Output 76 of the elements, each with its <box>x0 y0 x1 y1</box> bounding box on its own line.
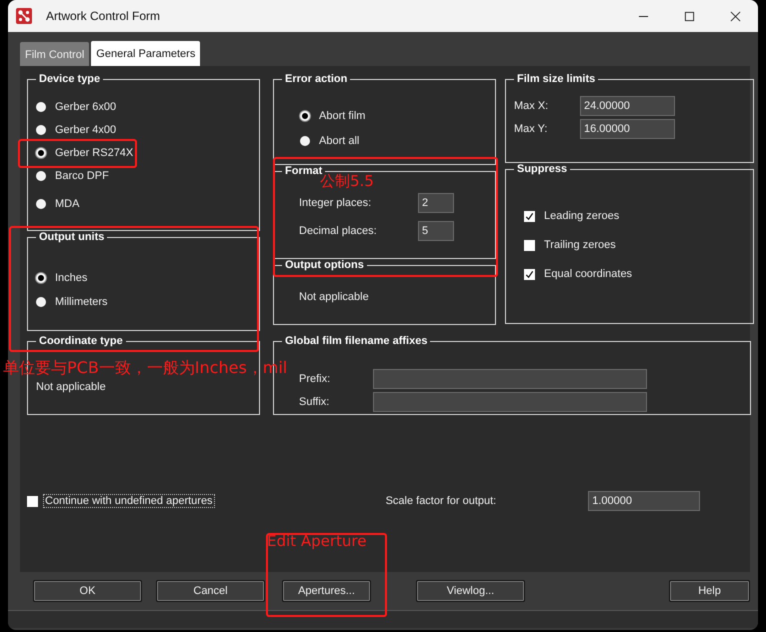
group-title: Output units <box>38 231 106 243</box>
group-title: Global film filename affixes <box>284 335 428 347</box>
dialog-button[interactable]: Cancel <box>156 580 265 602</box>
field-label: Max X: <box>514 100 550 112</box>
field-label: Suffix: <box>299 396 330 408</box>
radio-option[interactable]: Gerber 4x00 <box>36 122 251 138</box>
radio-button[interactable] <box>36 102 46 112</box>
radio-label: Millimeters <box>55 296 108 308</box>
radio-label: MDA <box>55 198 80 210</box>
number-field[interactable]: 5 <box>418 221 454 241</box>
radio-label: Abort film <box>319 110 366 122</box>
field-label: Decimal places: <box>299 225 378 237</box>
radio-option[interactable]: Gerber RS274X <box>36 145 251 161</box>
group-title: Output options <box>284 259 365 271</box>
field-label: Max Y: <box>514 123 548 135</box>
app-icon <box>16 8 32 24</box>
radio-option[interactable]: Inches <box>36 270 251 286</box>
field-label: Integer places: <box>299 197 372 209</box>
radio-label: Gerber 4x00 <box>55 124 116 136</box>
checkbox-label: Leading zeroes <box>544 210 620 222</box>
number-field[interactable]: 16.00000 <box>580 119 675 139</box>
status-text: Not applicable <box>36 381 107 393</box>
checkbox-option[interactable]: Equal coordinates <box>524 266 745 282</box>
dialog-button[interactable]: Apertures... <box>282 580 371 602</box>
checkbox-option[interactable]: Trailing zeroes <box>524 237 745 253</box>
group-title: Format <box>284 165 322 177</box>
group-title: Suppress <box>516 163 568 175</box>
checkbox-label: Continue with undefined apertures <box>44 495 214 507</box>
close-icon[interactable] <box>730 10 741 22</box>
radio-option[interactable]: MDA <box>36 196 251 212</box>
group-title: Error action <box>284 73 348 85</box>
radio-button[interactable] <box>36 199 46 209</box>
dialog-button[interactable]: Viewlog... <box>416 580 525 602</box>
number-field[interactable]: 1.00000 <box>588 491 700 511</box>
radio-label: Gerber 6x00 <box>55 101 116 113</box>
radio-button[interactable] <box>300 136 310 146</box>
group-title: Device type <box>38 73 102 85</box>
radio-button[interactable] <box>36 171 46 181</box>
checkbox[interactable] <box>524 268 535 280</box>
radio-button[interactable] <box>36 148 46 158</box>
dialog-button[interactable]: OK <box>33 580 142 602</box>
text-field[interactable] <box>373 392 647 412</box>
radio-option[interactable]: Millimeters <box>36 294 251 310</box>
checkbox-option[interactable]: Leading zeroes <box>524 208 745 224</box>
checkbox[interactable] <box>524 240 535 250</box>
radio-button[interactable] <box>300 111 310 121</box>
group-title: Film size limits <box>516 73 596 85</box>
radio-button[interactable] <box>36 297 46 307</box>
field-label: Scale factor for output: <box>386 495 496 507</box>
text-field[interactable] <box>373 369 647 389</box>
checkbox-label: Trailing zeroes <box>544 239 616 251</box>
radio-label: Barco DPF <box>55 170 109 182</box>
radio-label: Gerber RS274X <box>55 147 134 159</box>
dialog-button[interactable]: Help <box>669 580 750 602</box>
checkbox[interactable] <box>27 496 38 506</box>
field-label: Prefix: <box>299 373 332 385</box>
maximize-icon[interactable] <box>684 10 695 22</box>
radio-label: Abort all <box>319 135 360 147</box>
group-title: Coordinate type <box>38 335 124 347</box>
status-text: Not applicable <box>299 291 370 303</box>
checkbox-option[interactable]: Continue with undefined apertures <box>27 493 214 509</box>
annotation-text: Edit Aperture <box>267 532 366 550</box>
radio-label: Inches <box>55 272 88 284</box>
radio-option[interactable]: Abort film <box>300 108 487 124</box>
tab[interactable]: Film Control <box>20 42 90 67</box>
radio-button[interactable] <box>36 273 46 283</box>
number-field[interactable]: 2 <box>418 193 454 213</box>
number-field[interactable]: 24.00000 <box>580 96 675 116</box>
radio-option[interactable]: Abort all <box>300 133 487 149</box>
radio-option[interactable]: Barco DPF <box>36 168 251 184</box>
radio-button[interactable] <box>36 125 46 135</box>
checkbox[interactable] <box>524 210 535 222</box>
radio-option[interactable]: Gerber 6x00 <box>36 99 251 115</box>
checkbox-label: Equal coordinates <box>544 268 632 280</box>
tab[interactable]: General Parameters <box>91 41 200 66</box>
window-title: Artwork Control Form <box>46 9 160 23</box>
